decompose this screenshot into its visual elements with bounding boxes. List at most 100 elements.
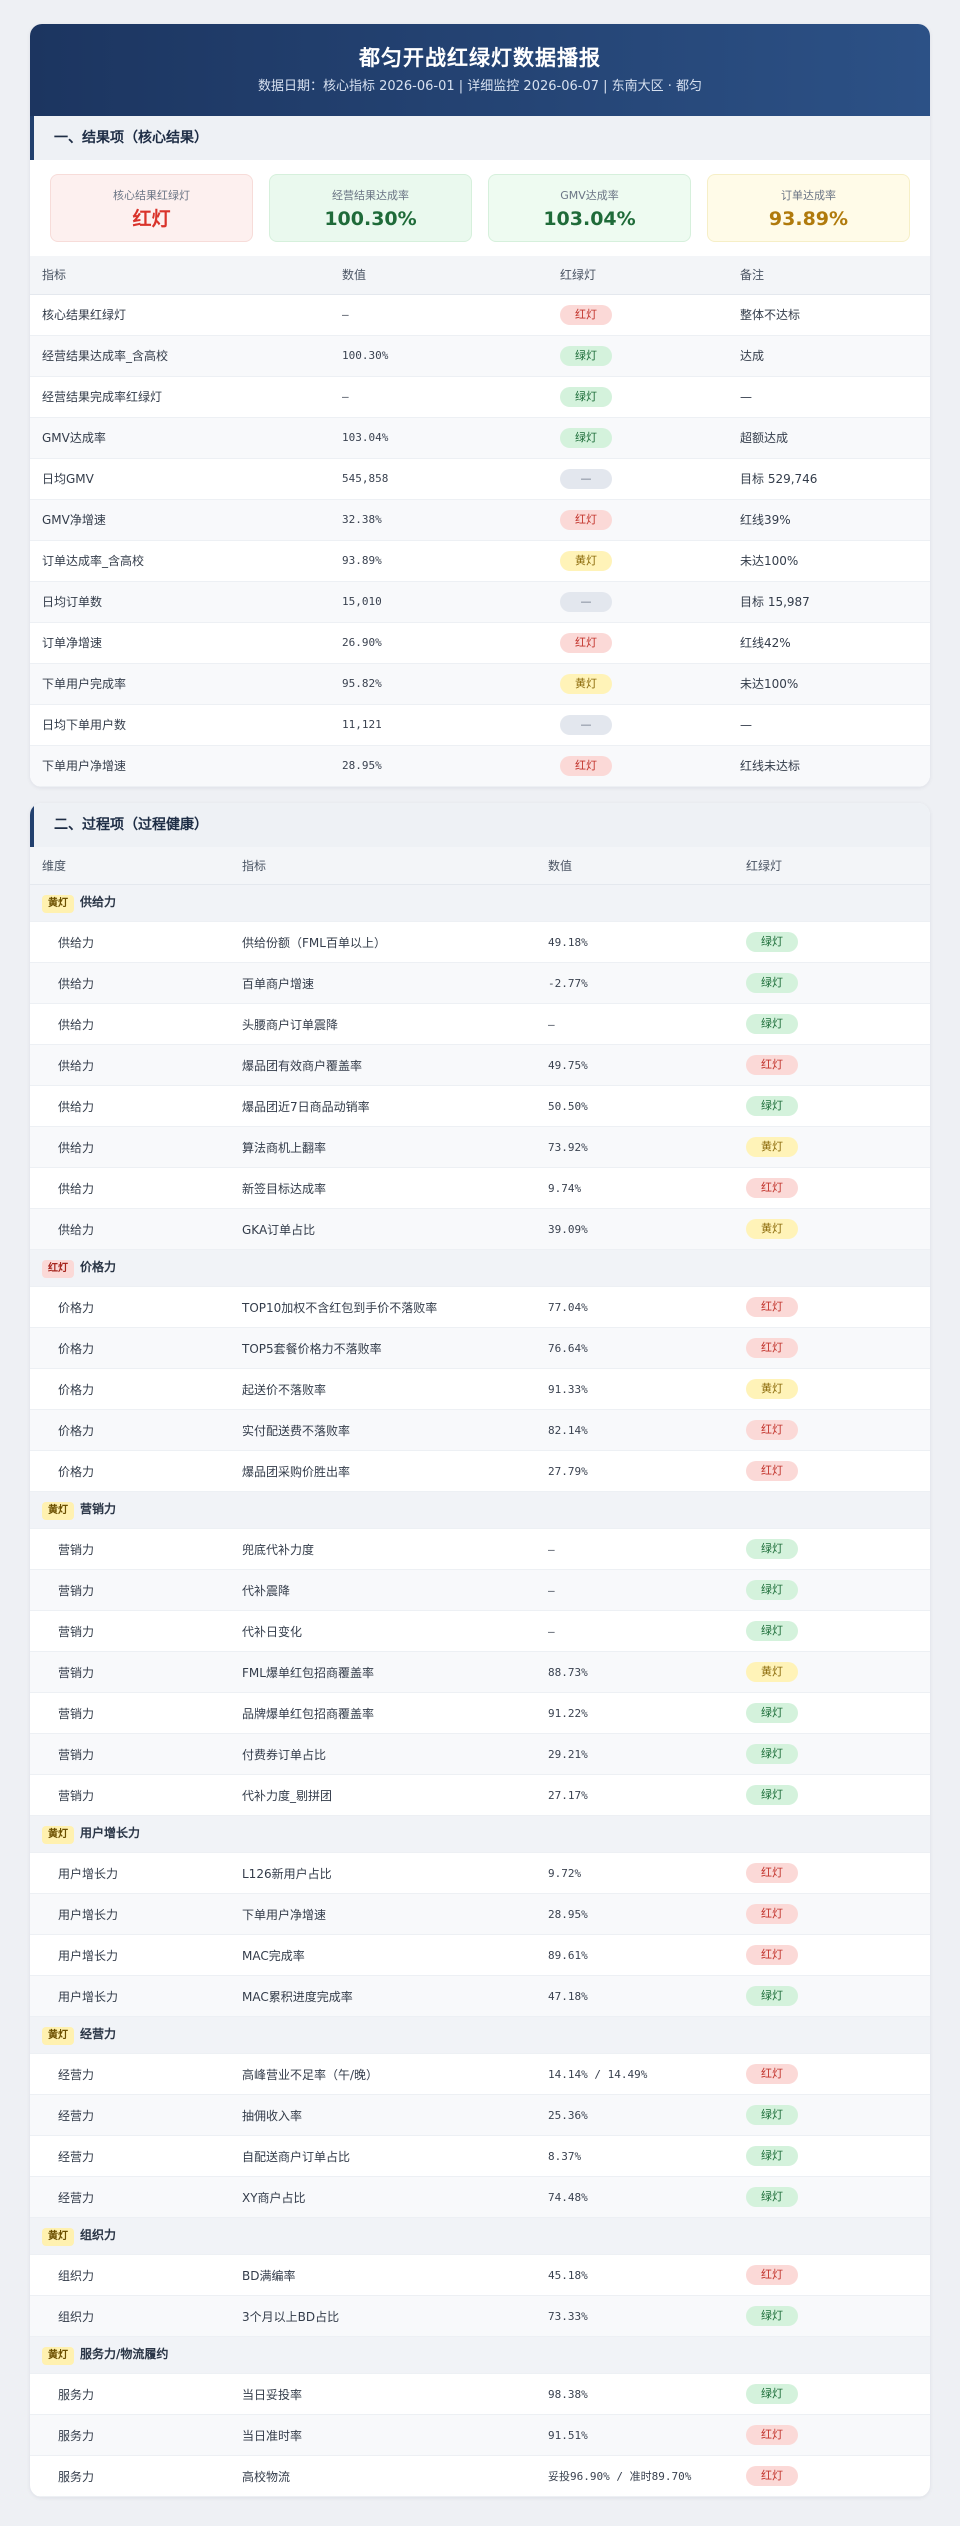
metric-name: MAC累积进度完成率 xyxy=(230,1975,536,2017)
light-cell: 红灯 xyxy=(734,1934,930,1976)
dimension-name: 用户增长力 xyxy=(30,1893,230,1935)
light-cell: 绿灯 xyxy=(734,1610,930,1652)
group-name: 服务力/物流履约 xyxy=(80,2347,169,2361)
light-cell: 红灯 xyxy=(734,1450,930,1492)
light-cell: — xyxy=(548,581,728,623)
column-header: 指标 xyxy=(30,256,330,295)
table-row: 下单用户完成率 95.82% 黄灯 未达100% xyxy=(30,663,930,705)
metric-value: 49.75% xyxy=(536,1044,734,1086)
light-cell: 绿灯 xyxy=(734,1733,930,1775)
metric-value: 39.09% xyxy=(536,1208,734,1250)
dimension-name: 经营力 xyxy=(30,2176,230,2218)
table-row: 供给力 供给份额（FML百单以上） 49.18% 绿灯 xyxy=(30,921,930,963)
metric-name: 订单达成率_含高校 xyxy=(30,540,330,582)
light-cell: 红灯 xyxy=(734,1852,930,1894)
metric-value: 15,010 xyxy=(330,581,548,623)
table-row: 经营力 高峰营业不足率（午/晚） 14.14% / 14.49% 红灯 xyxy=(30,2053,930,2095)
metric-name: 品牌爆单红包招商覆盖率 xyxy=(230,1692,536,1734)
light-cell: 黄灯 xyxy=(734,1208,930,1250)
metric-note: 达成 xyxy=(728,335,930,377)
light-cell: 绿灯 xyxy=(734,2094,930,2136)
metric-name: 日均下单用户数 xyxy=(30,704,330,746)
light-cell: 黄灯 xyxy=(548,663,728,705)
metric-value: 26.90% xyxy=(330,622,548,664)
light-cell: 绿灯 xyxy=(734,1569,930,1611)
dimension-name: 价格力 xyxy=(30,1409,230,1451)
status-badge: 绿灯 xyxy=(560,427,612,448)
metric-note: 红线39% xyxy=(728,499,930,541)
table-row: 供给力 新签目标达成率 9.74% 红灯 xyxy=(30,1167,930,1209)
dimension-name: 价格力 xyxy=(30,1327,230,1369)
light-cell: 黄灯 xyxy=(734,1651,930,1693)
group-name: 用户增长力 xyxy=(80,1826,141,1840)
metric-value: 47.18% xyxy=(536,1975,734,2017)
metric-note: 目标 15,987 xyxy=(728,581,930,623)
kpi-label: 核心结果红绿灯 xyxy=(113,189,190,202)
table-row: 供给力 GKA订单占比 39.09% 黄灯 xyxy=(30,1208,930,1250)
light-cell: 绿灯 xyxy=(734,2135,930,2177)
metric-name: 订单净增速 xyxy=(30,622,330,664)
light-cell: 绿灯 xyxy=(734,2373,930,2415)
kpi-card: GMV达成率 103.04% xyxy=(488,174,691,242)
status-badge: 绿灯 xyxy=(746,1785,798,1805)
metric-name: 经营结果达成率_含高校 xyxy=(30,335,330,377)
table-row: 营销力 代补力度_剔拼团 27.17% 绿灯 xyxy=(30,1774,930,1816)
group-name: 营销力 xyxy=(80,1502,117,1516)
light-cell: — xyxy=(548,704,728,746)
group-status-tag: 黄灯 xyxy=(42,1502,74,1520)
group-status-tag: 黄灯 xyxy=(42,1826,74,1844)
metric-value: 82.14% xyxy=(536,1409,734,1451)
metric-value: 91.51% xyxy=(536,2414,734,2456)
table-row: 供给力 爆品团近7日商品动销率 50.50% 绿灯 xyxy=(30,1085,930,1127)
metric-name: 当日妥投率 xyxy=(230,2373,536,2415)
light-cell: 绿灯 xyxy=(734,1774,930,1816)
status-badge: 红灯 xyxy=(746,1904,798,1924)
light-cell: 红灯 xyxy=(548,745,728,787)
light-cell: 黄灯 xyxy=(734,1368,930,1410)
page-title: 都匀开战红绿灯数据播报 xyxy=(359,46,601,70)
metric-value: 9.74% xyxy=(536,1167,734,1209)
light-cell: 绿灯 xyxy=(734,2176,930,2218)
metric-value: 74.48% xyxy=(536,2176,734,2218)
light-cell: 绿灯 xyxy=(734,1528,930,1570)
group-status-tag: 红灯 xyxy=(42,1260,74,1278)
metric-value: 9.72% xyxy=(536,1852,734,1894)
status-badge: 黄灯 xyxy=(746,1379,798,1399)
metric-name: 日均GMV xyxy=(30,458,330,500)
metric-name: 高校物流 xyxy=(230,2455,536,2497)
status-badge: 红灯 xyxy=(746,1945,798,1965)
kpi-value: 103.04% xyxy=(543,208,636,230)
metric-name: 新签目标达成率 xyxy=(230,1167,536,1209)
group-header: 红灯 价格力 xyxy=(30,1249,930,1287)
metric-name: 爆品团近7日商品动销率 xyxy=(230,1085,536,1127)
table-row: 营销力 代补震降 — 绿灯 xyxy=(30,1569,930,1611)
light-cell: 红灯 xyxy=(734,1893,930,1935)
dimension-name: 用户增长力 xyxy=(30,1852,230,1894)
table-row: 日均订单数 15,010 — 目标 15,987 xyxy=(30,581,930,623)
status-badge: 绿灯 xyxy=(746,2187,798,2207)
table-row: 供给力 算法商机上翻率 73.92% 黄灯 xyxy=(30,1126,930,1168)
metric-name: 下单用户净增速 xyxy=(230,1893,536,1935)
table-row: 日均GMV 545,858 — 目标 529,746 xyxy=(30,458,930,500)
table-row: 营销力 品牌爆单红包招商覆盖率 91.22% 绿灯 xyxy=(30,1692,930,1734)
status-badge: 绿灯 xyxy=(746,1014,798,1034)
metric-value: 49.18% xyxy=(536,921,734,963)
status-badge: 红灯 xyxy=(560,632,612,653)
table-row: 服务力 当日妥投率 98.38% 绿灯 xyxy=(30,2373,930,2415)
status-badge: 红灯 xyxy=(746,1178,798,1198)
dimension-name: 供给力 xyxy=(30,921,230,963)
kpi-value: 100.30% xyxy=(324,208,417,230)
table-row: 营销力 付费券订单占比 29.21% 绿灯 xyxy=(30,1733,930,1775)
dimension-name: 价格力 xyxy=(30,1450,230,1492)
report-subtitle: 数据日期：核心指标 2026-06-01 | 详细监控 2026-06-07 |… xyxy=(257,79,703,94)
table-row: GMV净增速 32.38% 红灯 红线39% xyxy=(30,499,930,541)
metric-name: FML爆单红包招商覆盖率 xyxy=(230,1651,536,1693)
light-cell: 绿灯 xyxy=(734,1692,930,1734)
report-card-process: 二、过程项（过程健康） 维度 指标 数值 红绿灯 黄灯 供给力 供给力 供给份额（FM… xyxy=(30,802,930,2497)
metric-value: 77.04% xyxy=(536,1286,734,1328)
table-row: 价格力 TOP5套餐价格力不落败率 76.64% 红灯 xyxy=(30,1327,930,1369)
status-badge: 绿灯 xyxy=(560,345,612,366)
kpi-label: 经营结果达成率 xyxy=(332,189,409,202)
light-cell: 黄灯 xyxy=(548,540,728,582)
table-row: 价格力 起送价不落败率 91.33% 黄灯 xyxy=(30,1368,930,1410)
